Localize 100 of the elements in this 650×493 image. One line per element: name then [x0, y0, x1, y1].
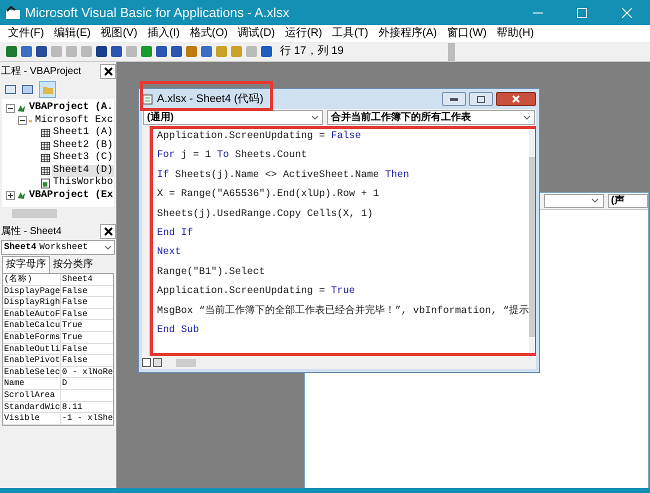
property-value[interactable]: -1 - xlShe	[61, 413, 114, 424]
maximize-button[interactable]	[469, 92, 493, 106]
minimize-icon	[450, 98, 458, 100]
toggle-folders-button[interactable]	[39, 81, 56, 98]
close-icon	[104, 66, 112, 76]
menu-item[interactable]: 插入(I)	[147, 25, 180, 42]
code-line: MsgBox “当前工作簿下的全部工作表已经合并完毕！”, vbInformation, “提示	[157, 306, 530, 317]
menu-item[interactable]: 视图(V)	[100, 25, 138, 42]
object-dropdown[interactable]	[544, 194, 604, 208]
close-button[interactable]	[100, 64, 116, 78]
tree-item[interactable]: Sheet1 (A)	[52, 127, 114, 140]
code-line: Application.ScreenUpdating = False	[157, 131, 362, 142]
collapse-icon[interactable]	[6, 104, 15, 113]
menu-item[interactable]: 文件(F)	[8, 25, 44, 42]
dropdown-caret-icon	[523, 114, 531, 120]
property-name: EnableForms	[3, 332, 61, 343]
dropdown-caret-icon	[104, 244, 112, 250]
close-button[interactable]	[496, 92, 536, 106]
minimize-button[interactable]	[442, 92, 466, 106]
window-title: A.xlsx - Sheet4 (代码)	[157, 92, 264, 106]
property-name: ScrollArea	[3, 390, 61, 401]
property-name: EnableAutoF	[3, 308, 61, 320]
property-name: StandardWic	[3, 402, 61, 412]
expand-icon[interactable]	[6, 191, 15, 200]
property-value[interactable]: 8.11	[61, 402, 82, 412]
property-value[interactable]: 0 - xlNoRe	[61, 366, 114, 378]
menu-item[interactable]: 格式(O)	[190, 25, 228, 42]
property-value[interactable]: True	[61, 332, 82, 343]
property-value[interactable]: True	[61, 320, 82, 331]
maximize-icon[interactable]	[577, 8, 587, 18]
full-module-view-icon[interactable]	[153, 358, 162, 367]
dropdown-caret-icon	[311, 114, 319, 120]
menu-item[interactable]: 调试(D)	[238, 25, 275, 42]
panel-title: 工程 - VBAProject	[1, 64, 82, 78]
property-value[interactable]: False	[61, 308, 88, 320]
object-dropdown[interactable]: Sheet4 Worksheet	[1, 240, 115, 255]
tree-item[interactable]: Sheet3 (C)	[52, 152, 114, 164]
toolbar-scroll-handle[interactable]	[448, 42, 455, 60]
property-value[interactable]: Sheet4	[61, 274, 93, 285]
code-line: End Sub	[157, 324, 200, 336]
property-value[interactable]: False	[61, 297, 88, 308]
menu-item[interactable]: 工具(T)	[332, 25, 368, 42]
panel-title: 属性 - Sheet4	[1, 224, 62, 238]
menu-item[interactable]: 帮助(H)	[496, 25, 534, 42]
vertical-scrollbar[interactable]	[529, 129, 536, 353]
view-code-icon[interactable]	[5, 85, 16, 94]
app-icon	[5, 6, 21, 20]
property-value[interactable]: False	[61, 344, 88, 354]
collapse-icon[interactable]	[18, 116, 27, 126]
view-object-icon[interactable]	[22, 85, 33, 94]
code-line: For j = 1 To Sheets.Count	[157, 150, 308, 162]
tree-item[interactable]: VBAProject (A.	[28, 102, 114, 114]
tree-item[interactable]: Sheet2 (B)	[52, 140, 114, 152]
tree-item[interactable]: VBAProject (Ex	[28, 190, 114, 202]
module-icon	[142, 93, 154, 105]
property-name: EnableOutli	[3, 344, 61, 354]
object-type: Worksheet	[39, 240, 90, 254]
tree-item[interactable]: ThisWorkbo	[52, 177, 114, 190]
menu-item[interactable]: 运行(R)	[284, 25, 322, 42]
folder-icon	[42, 86, 52, 94]
close-icon[interactable]	[622, 8, 632, 18]
tab[interactable]: 按字母序	[2, 256, 50, 273]
property-value[interactable]: False	[61, 355, 88, 366]
sheet-icon	[41, 153, 50, 164]
tree-item[interactable]: Microsoft Exc	[34, 114, 114, 127]
property-name: EnablePivot	[3, 355, 61, 366]
code-line: Sheets(j).UsedRange.Copy Cells(X, 1)	[157, 208, 374, 220]
sheet-icon	[41, 166, 50, 176]
property-value[interactable]: D	[61, 378, 68, 389]
tree-item[interactable]: Sheet4 (D)	[52, 164, 114, 177]
property-value[interactable]: False	[61, 286, 88, 296]
sheet-icon	[41, 140, 50, 151]
menu-item[interactable]: 编辑(E)	[54, 25, 91, 42]
project-icon	[17, 102, 26, 114]
menu-item[interactable]: 外接程序(A)	[378, 25, 437, 42]
procedure-dropdown[interactable]: 合并当前工作簿下的所有工作表	[327, 110, 535, 125]
code-line: Application.ScreenUpdating = True	[157, 286, 356, 298]
workbook-icon	[41, 178, 50, 189]
dropdown-caret-icon	[591, 198, 599, 204]
tab[interactable]: 按分类序	[50, 258, 96, 273]
property-name: Name	[3, 378, 61, 389]
sheet-icon	[41, 128, 50, 138]
object-name: Sheet4	[4, 240, 36, 254]
code-line: Next	[157, 247, 182, 258]
menu-item[interactable]: 窗口(W)	[446, 25, 487, 42]
code-line: End If	[157, 228, 194, 239]
code-line: Range("B1").Select	[157, 266, 266, 278]
code-line: If Sheets(j).Name <> ActiveSheet.Name Then	[157, 170, 410, 181]
object-dropdown[interactable]: (通用)	[143, 110, 323, 125]
property-name: (名称)	[3, 274, 61, 285]
close-icon	[104, 226, 112, 236]
project-icon	[17, 190, 26, 202]
property-name: Visible	[3, 413, 61, 424]
window-title: Microsoft Visual Basic for Applications - A.xlsx	[25, 4, 290, 22]
cursor-position: 行 17，列 19	[280, 44, 344, 60]
property-name: EnableSelec	[3, 366, 61, 378]
property-name: DisplayRigh	[3, 297, 61, 308]
close-icon	[512, 95, 520, 103]
close-button[interactable]	[100, 224, 116, 238]
procedure-view-icon[interactable]	[142, 358, 151, 367]
